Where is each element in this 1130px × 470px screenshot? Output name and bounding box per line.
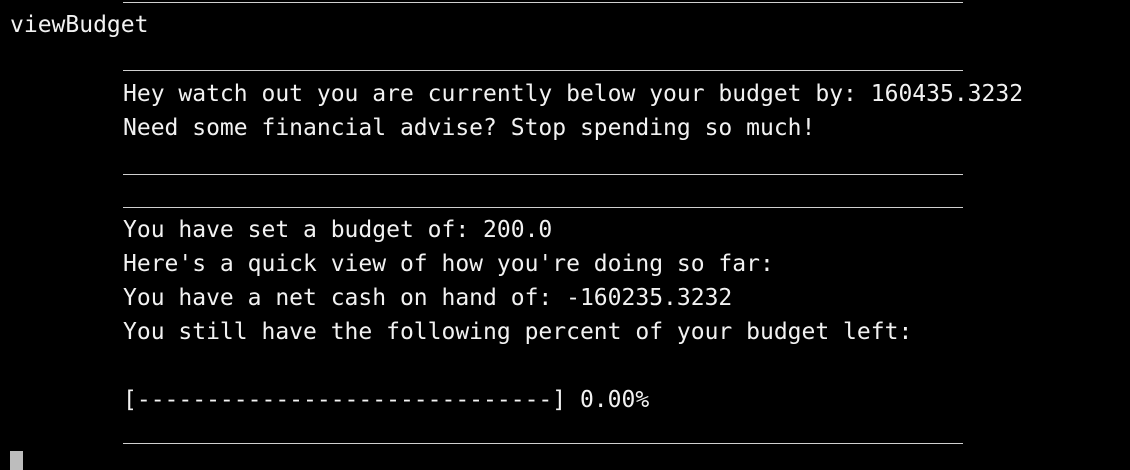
net-cash-text: You have a net cash on hand of: -160235.…	[123, 285, 733, 311]
separator-line	[123, 70, 963, 71]
percent-left-text: You still have the following percent of …	[123, 319, 913, 345]
budget-progress-bar: [------------------------------] 0.00%	[123, 387, 650, 413]
separator-line	[123, 443, 963, 444]
separator-line	[123, 207, 963, 208]
command-text: viewBudget	[10, 12, 149, 38]
terminal-cursor	[10, 451, 23, 470]
terminal-window[interactable]: viewBudget Hey watch out you are current…	[0, 0, 1130, 470]
budget-warning-text: Hey watch out you are currently below yo…	[123, 81, 1024, 107]
separator-line	[123, 2, 963, 3]
budget-set-text: You have set a budget of: 200.0	[123, 217, 553, 243]
advice-text: Need some financial advise? Stop spendin…	[123, 115, 816, 141]
quick-view-text: Here's a quick view of how you're doing …	[123, 251, 774, 277]
separator-line	[123, 174, 963, 175]
